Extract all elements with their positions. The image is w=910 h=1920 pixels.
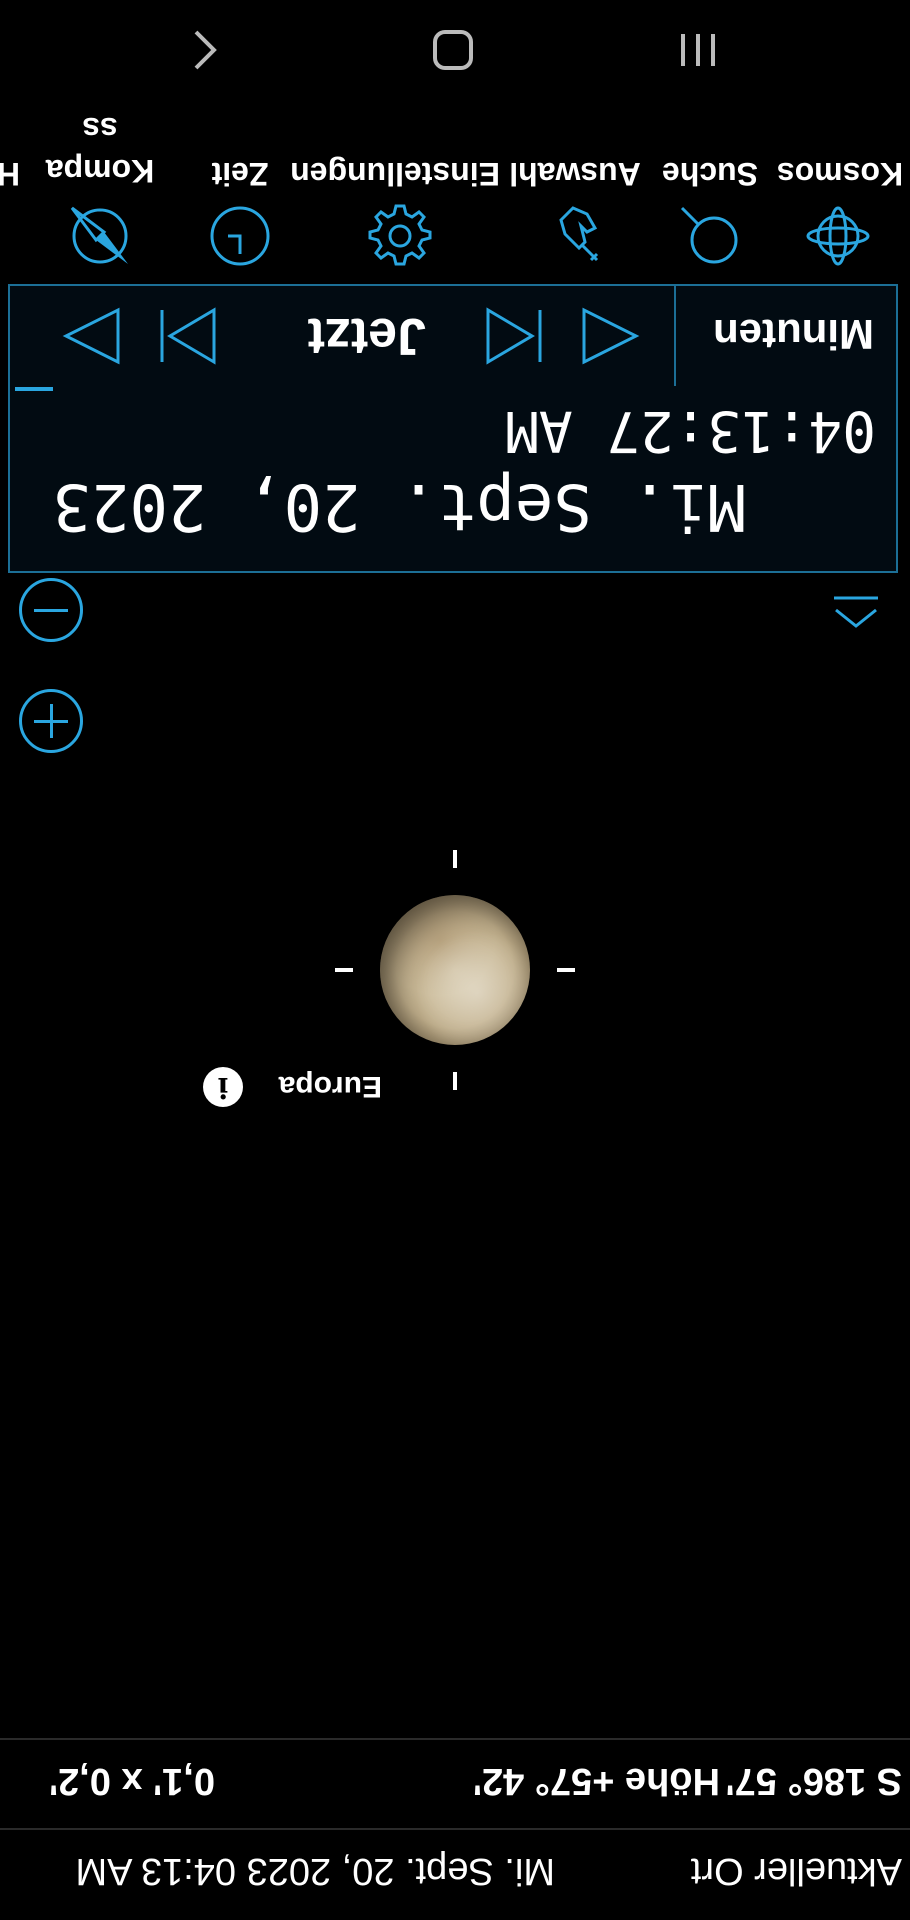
date-display[interactable]: Mi. Sept. 20, 2023 (52, 469, 746, 543)
compass-icon (70, 206, 128, 264)
object-label[interactable]: Europa (279, 1069, 382, 1103)
time-step-bar: Minuten Jetzt (8, 284, 898, 386)
reticle-tick (557, 968, 575, 972)
chevron-up-icon (835, 608, 877, 628)
tool-label: Einstellungen (290, 156, 500, 192)
time-field-indicator (15, 387, 53, 391)
tool-help[interactable]: H (0, 134, 20, 284)
gear-icon (368, 204, 432, 266)
coordinates-row: S 186° 57' Höhe +57° 42' 0,1' x 0,2' (0, 1738, 910, 1830)
time-unit-selector[interactable]: Minuten (674, 286, 896, 386)
now-button[interactable]: Jetzt (308, 306, 426, 366)
field-of-view-readout: 0,1' x 0,2' (49, 1760, 215, 1802)
tool-suche[interactable]: Suche (650, 134, 770, 284)
azimuth-readout: S 186° 57' (725, 1760, 902, 1802)
play-backward-button[interactable] (476, 304, 546, 368)
altitude-readout: Höhe +57° 42' (472, 1760, 720, 1802)
clock-icon (210, 206, 270, 266)
home-icon[interactable] (418, 20, 488, 80)
step-backward-button[interactable] (576, 304, 646, 368)
tool-auswahl[interactable]: Auswahl (500, 134, 650, 284)
time-panel[interactable]: Mi. Sept. 20, 2023 04:13:27 AM (8, 384, 898, 573)
play-forward-button[interactable] (156, 304, 226, 368)
play-icon (167, 307, 216, 365)
location-name: Aktueller Ort (690, 1850, 902, 1892)
step-forward-button[interactable] (56, 304, 126, 368)
reticle-tick (453, 1072, 457, 1090)
hand-pointer-icon (559, 206, 599, 262)
tool-einstellungen[interactable]: Einstellungen (290, 134, 500, 284)
toolbar: Kosmos Suche Auswahl Einstellungen Zeit … (0, 111, 910, 284)
tool-zeit[interactable]: Zeit (190, 134, 290, 284)
tool-label: Kosmos (776, 156, 904, 192)
reticle-tick (335, 968, 353, 972)
triangle-right-icon (62, 307, 120, 365)
tool-kompass[interactable]: Kompa ss (30, 111, 170, 284)
zoom-in-button[interactable] (19, 689, 83, 753)
tool-label: Suche (661, 156, 759, 192)
collapse-panel-button[interactable] (832, 590, 880, 630)
tool-label: Auswahl (509, 156, 641, 192)
reticle-tick (453, 850, 457, 868)
navigation-bar (0, 0, 910, 100)
europa-moon-image[interactable] (380, 895, 530, 1045)
selected-object[interactable] (335, 850, 575, 1090)
info-icon[interactable]: i (203, 1067, 243, 1107)
tool-label: Kompa ss (45, 111, 155, 189)
search-icon (680, 206, 738, 264)
tool-label: Zeit (211, 156, 269, 192)
tool-label: H (0, 155, 20, 192)
play-reverse-icon (486, 307, 535, 365)
time-unit-label: Minuten (713, 311, 874, 358)
orbit-icon (806, 206, 870, 266)
current-datetime: Mi. Sept. 20, 2023 04:13 AM (75, 1850, 555, 1892)
location-row[interactable]: Aktueller Ort Mi. Sept. 20, 2023 04:13 A… (0, 1828, 910, 1920)
triangle-left-icon (582, 307, 640, 365)
tool-kosmos[interactable]: Kosmos (770, 134, 910, 284)
minus-icon (34, 609, 68, 612)
recents-icon[interactable] (663, 20, 733, 80)
zoom-out-button[interactable] (19, 578, 83, 642)
plus-icon-bar (50, 704, 53, 738)
time-display[interactable]: 04:13:27 AM (505, 398, 876, 463)
back-icon[interactable] (170, 20, 240, 80)
app-screen: Aktueller Ort Mi. Sept. 20, 2023 04:13 A… (0, 0, 910, 1920)
